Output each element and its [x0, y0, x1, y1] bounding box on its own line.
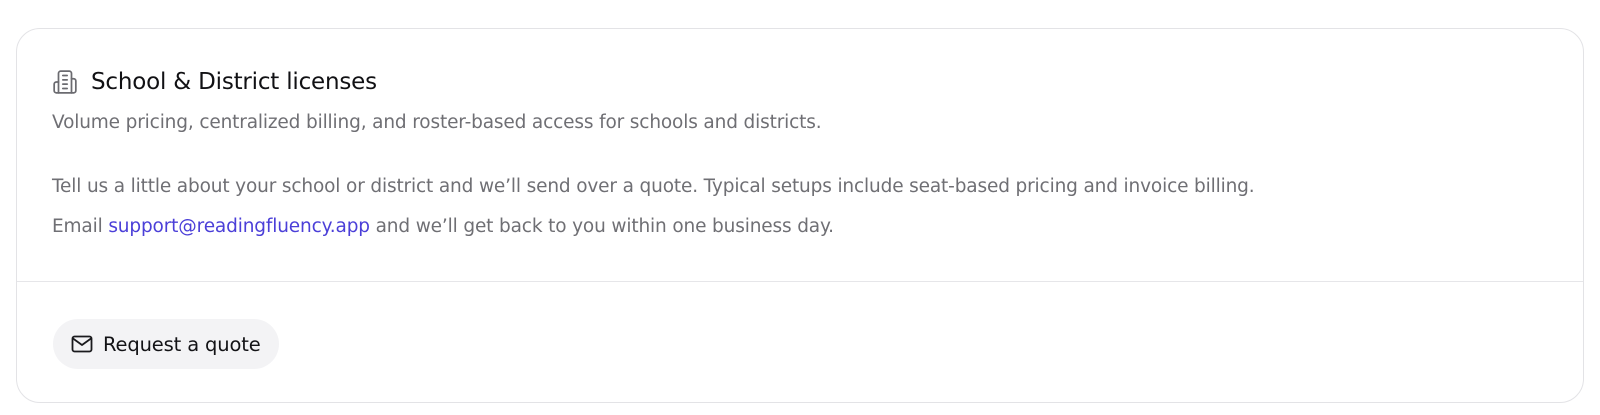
support-email-link[interactable]: support@readingfluency.app — [108, 216, 370, 237]
card-title: School & District licenses — [91, 69, 377, 95]
building-icon — [52, 69, 78, 95]
request-quote-label: Request a quote — [103, 332, 261, 356]
contact-line: Email support@readingfluency.app and we’… — [52, 216, 834, 237]
mail-icon — [70, 332, 94, 356]
card-footer: Request a quote — [17, 282, 1583, 402]
contact-line-suffix: and we’ll get back to you within one bus… — [369, 216, 834, 237]
school-district-licenses-card: School & District licenses Volume pricin… — [16, 28, 1584, 403]
quote-description: Tell us a little about your school or di… — [52, 176, 1255, 197]
card-header: School & District licenses — [52, 67, 377, 97]
card-subtitle: Volume pricing, centralized billing, and… — [52, 112, 822, 133]
card-body: School & District licenses Volume pricin… — [17, 29, 1583, 281]
request-quote-button[interactable]: Request a quote — [53, 319, 279, 369]
contact-line-prefix: Email — [52, 216, 109, 237]
